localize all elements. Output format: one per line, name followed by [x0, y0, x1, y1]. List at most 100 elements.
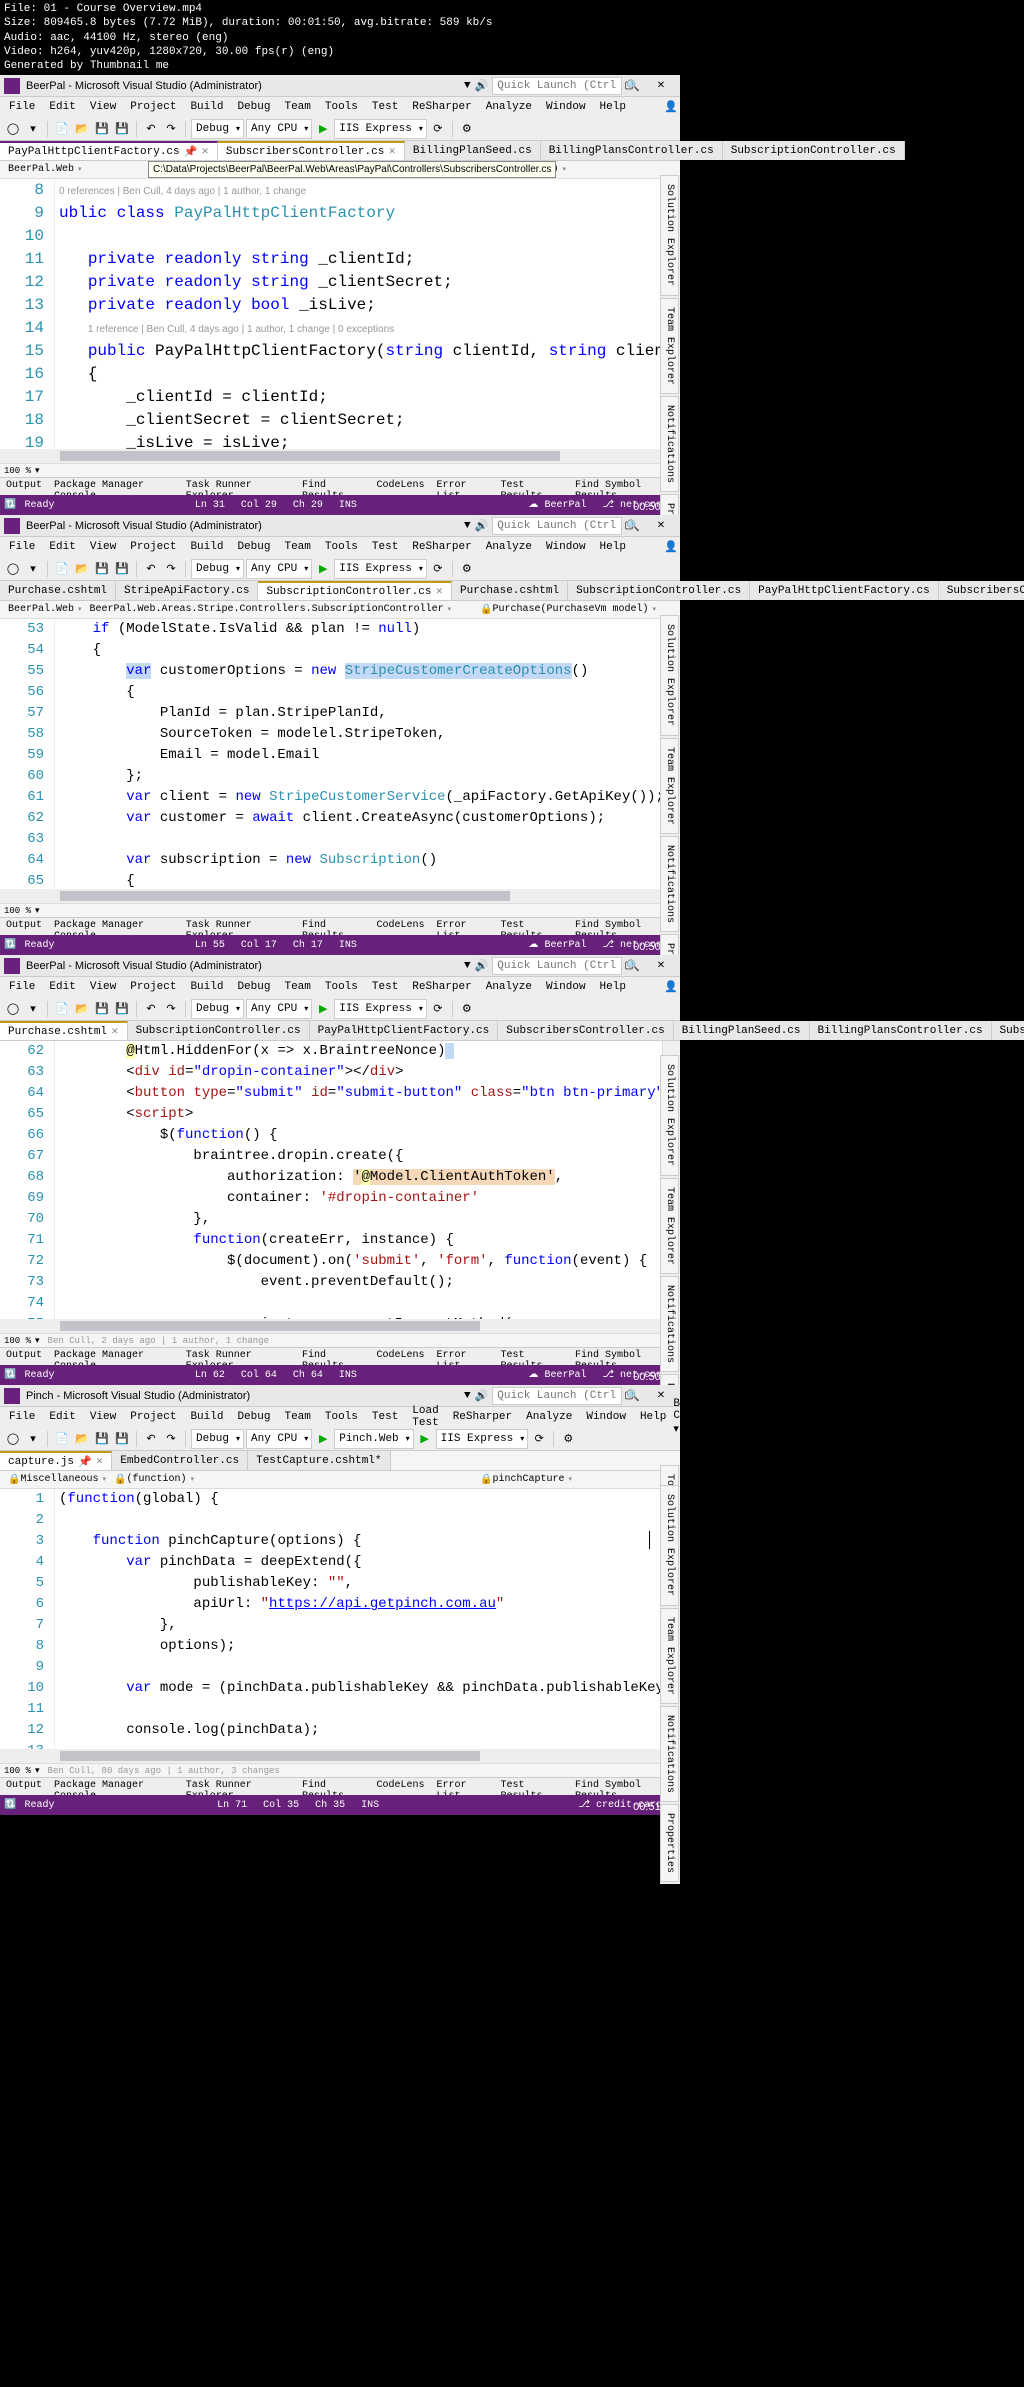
tab-cl[interactable]: CodeLens	[370, 1778, 430, 1795]
titlebar[interactable]: Pinch - Microsoft Visual Studio (Adminis…	[0, 1385, 680, 1407]
pin-icon[interactable]: 📌	[78, 1455, 92, 1469]
start-button-2[interactable]: ▶	[416, 1430, 434, 1448]
bc-type[interactable]: 🔒 (function)	[110, 1474, 476, 1486]
tab-purchase-cshtml-2[interactable]: Purchase.cshtml	[452, 581, 568, 600]
bc-member[interactable]: 🔒 Purchase(PurchaseVm model)	[476, 604, 676, 616]
sidetab-not[interactable]: Notifications	[660, 836, 679, 932]
redo-button[interactable]: ↷	[162, 560, 180, 578]
tab-billingplanscontroller[interactable]: BillingPlansController.cs	[810, 1021, 992, 1040]
sidetab-te[interactable]: Team Explorer	[660, 1178, 679, 1274]
save-all-button[interactable]: 💾	[113, 120, 131, 138]
tab-billingplanseed[interactable]: BillingPlanSeed.cs	[405, 141, 541, 160]
tab-tre[interactable]: Task Runner Explorer	[180, 1778, 296, 1795]
sidetab-se[interactable]: Solution Explorer	[660, 1485, 679, 1605]
menu-tools[interactable]: Tools	[318, 1409, 365, 1425]
menu-tools[interactable]: Tools	[318, 539, 365, 555]
menu-build[interactable]: Build	[183, 99, 230, 115]
sidetab-se[interactable]: Solution Explorer	[660, 175, 679, 295]
tab-billingplanseed[interactable]: BillingPlanSeed.cs	[674, 1021, 810, 1040]
tab-tre[interactable]: Task Runner Explorer	[180, 478, 296, 495]
tab-el[interactable]: Error List	[430, 478, 494, 495]
back-button[interactable]: ◯	[4, 1430, 22, 1448]
sidetab-prop[interactable]: Properties	[660, 1804, 679, 1882]
undo-button[interactable]: ↶	[142, 1430, 160, 1448]
undo-button[interactable]: ↶	[142, 560, 160, 578]
menu-file[interactable]: File	[2, 1409, 42, 1425]
bc-type[interactable]: BeerPal.Web.Areas.Stripe.Controllers.Sub…	[86, 604, 476, 615]
menu-build[interactable]: Build	[183, 539, 230, 555]
save-all-button[interactable]: 💾	[113, 1000, 131, 1018]
flag-icon[interactable]: ▼	[464, 1390, 471, 1402]
launch-combo[interactable]: Pinch.Web	[334, 1429, 413, 1449]
tab-fr[interactable]: Find Results	[296, 918, 371, 935]
tab-paypalhttpclientfactory[interactable]: PayPalHttpClientFactory.cs	[310, 1021, 499, 1040]
new-item-button[interactable]: 📄	[53, 120, 71, 138]
close-button[interactable]: ✕	[646, 517, 676, 535]
save-button[interactable]: 💾	[93, 120, 111, 138]
tab-billingplanscontroller[interactable]: BillingPlansController.cs	[541, 141, 723, 160]
menu-view[interactable]: View	[83, 1409, 123, 1425]
bc-project[interactable]: BeerPal.Web	[4, 604, 86, 615]
platform-combo[interactable]: Any CPU	[246, 999, 312, 1019]
refresh-button[interactable]: ⟳	[429, 1000, 447, 1018]
tab-cl[interactable]: CodeLens	[370, 1348, 430, 1365]
feedback-icon[interactable]: 🔊	[475, 959, 489, 973]
platform-combo[interactable]: Any CPU	[246, 559, 312, 579]
menu-debug[interactable]: Debug	[230, 99, 277, 115]
search-icon[interactable]: 🔍	[626, 79, 640, 93]
code-editor[interactable]: 535455565758596061626364656667686970 if …	[0, 619, 680, 889]
search-icon[interactable]: 🔍	[626, 1389, 640, 1403]
ext-button[interactable]: ⚙	[458, 1000, 476, 1018]
start-button[interactable]: ▶	[314, 1000, 332, 1018]
status-proj[interactable]: ☁ BeerPal	[520, 939, 594, 951]
code-content[interactable]: 0 references | Ben Cull, 4 days ago | 1 …	[55, 179, 662, 449]
status-proj[interactable]: ☁ BeerPal	[520, 499, 594, 511]
code-content[interactable]: @Html.HiddenFor(x => x.BraintreeNonce) <…	[55, 1041, 662, 1319]
close-icon[interactable]: ✕	[388, 147, 396, 157]
hscrollbar[interactable]	[0, 1749, 680, 1763]
quick-launch-input[interactable]	[492, 77, 622, 95]
menu-debug[interactable]: Debug	[230, 539, 277, 555]
menu-tools[interactable]: Tools	[318, 99, 365, 115]
start-button[interactable]: ▶	[314, 1430, 332, 1448]
menu-view[interactable]: View	[83, 539, 123, 555]
feedback-icon[interactable]: 🔊	[475, 1389, 489, 1403]
refresh-button[interactable]: ⟳	[530, 1430, 548, 1448]
new-item-button[interactable]: 📄	[53, 560, 71, 578]
tab-cl[interactable]: CodeLens	[370, 918, 430, 935]
tab-testcapture-cshtml[interactable]: TestCapture.cshtml*	[248, 1451, 390, 1470]
open-button[interactable]: 📂	[73, 1000, 91, 1018]
save-button[interactable]: 💾	[93, 1000, 111, 1018]
tab-purchase-cshtml[interactable]: Purchase.cshtml✕	[0, 1021, 128, 1040]
open-button[interactable]: 📂	[73, 1430, 91, 1448]
menu-file[interactable]: File	[2, 99, 42, 115]
tab-pmc[interactable]: Package Manager Console	[48, 478, 180, 495]
save-button[interactable]: 💾	[93, 560, 111, 578]
start-button[interactable]: ▶	[314, 120, 332, 138]
tab-paypalhttpclientfactory[interactable]: PayPalHttpClientFactory.cs📌✕	[0, 141, 218, 160]
menu-team[interactable]: Team	[277, 99, 317, 115]
menu-project[interactable]: Project	[123, 539, 183, 555]
menu-build[interactable]: Build	[183, 1409, 230, 1425]
quick-launch-input[interactable]	[492, 957, 622, 975]
menu-build[interactable]: Build	[183, 979, 230, 995]
menu-project[interactable]: Project	[123, 99, 183, 115]
code-content[interactable]: (function(global) { function pinchCaptur…	[55, 1489, 662, 1749]
tab-fr[interactable]: Find Results	[296, 478, 371, 495]
menu-window[interactable]: Window	[539, 539, 593, 555]
launch-combo-2[interactable]: IIS Express	[436, 1429, 529, 1449]
save-all-button[interactable]: 💾	[113, 560, 131, 578]
menu-tools[interactable]: Tools	[318, 979, 365, 995]
tab-tr[interactable]: Test Results	[495, 918, 570, 935]
menu-project[interactable]: Project	[123, 1409, 183, 1425]
code-editor[interactable]: 626364656667686970717273747576777879 @Ht…	[0, 1041, 680, 1319]
quick-launch-input[interactable]	[492, 1387, 622, 1405]
config-combo[interactable]: Debug	[191, 1429, 244, 1449]
menu-view[interactable]: View	[83, 979, 123, 995]
tab-subscriberscontroller[interactable]: SubscribersController.cs*	[939, 581, 1024, 600]
config-combo[interactable]: Debug	[191, 999, 244, 1019]
new-item-button[interactable]: 📄	[53, 1430, 71, 1448]
close-button[interactable]: ✕	[646, 77, 676, 95]
sidetab-se[interactable]: Solution Explorer	[660, 615, 679, 735]
back-button[interactable]: ◯	[4, 120, 22, 138]
